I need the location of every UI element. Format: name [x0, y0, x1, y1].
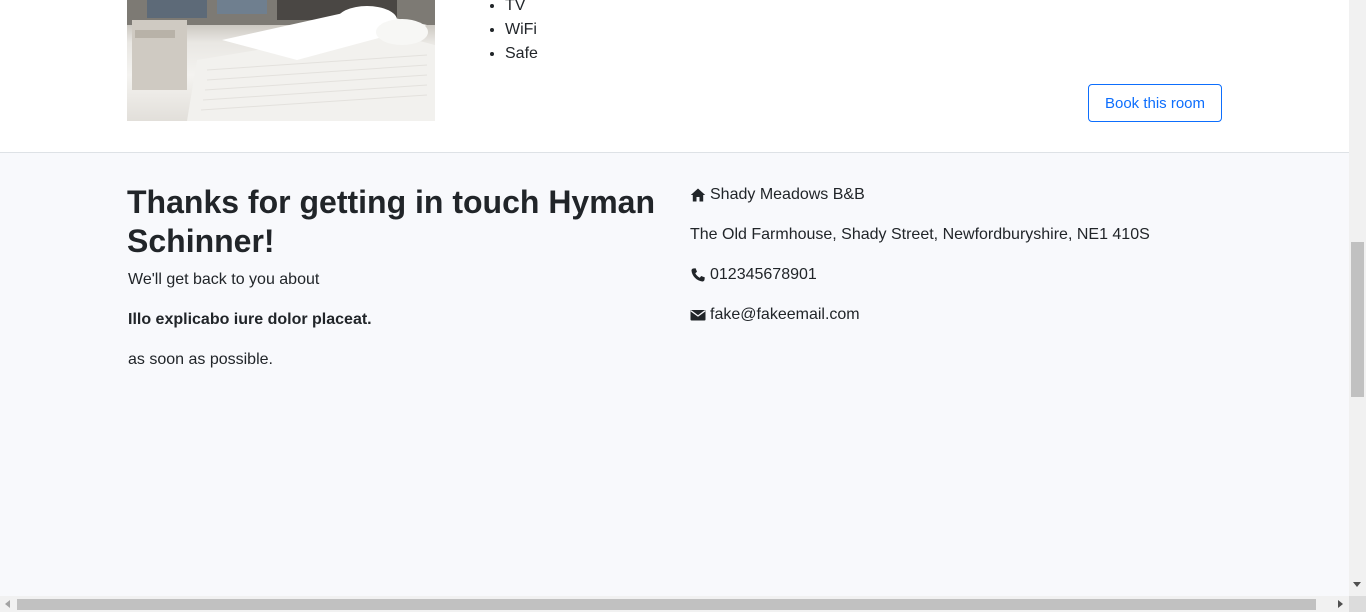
scrollbar-corner [1349, 596, 1366, 612]
horizontal-scrollbar-thumb[interactable] [17, 599, 1316, 610]
business-name-text: Shady Meadows B&B [710, 186, 865, 203]
business-name: Shady Meadows B&B [690, 185, 865, 205]
envelope-icon [690, 307, 706, 323]
message-subject: Illo explicabo iure dolor placeat. [128, 311, 372, 328]
scroll-right-arrow-icon[interactable] [1338, 600, 1343, 608]
confirmation-closing: as soon as possible. [128, 351, 273, 368]
room-photo-illustration [127, 0, 435, 121]
room-section: TV WiFi Safe Book this room [0, 0, 1349, 153]
feature-item: TV [505, 0, 538, 18]
feature-item: Safe [505, 42, 538, 66]
business-email: fake@fakeemail.com [690, 305, 860, 325]
phone-icon [690, 267, 706, 283]
home-icon [690, 187, 706, 203]
business-email-text: fake@fakeemail.com [710, 306, 860, 323]
book-room-button[interactable]: Book this room [1088, 84, 1222, 122]
feature-item: WiFi [505, 18, 538, 42]
business-address: The Old Farmhouse, Shady Street, Newford… [690, 226, 1150, 243]
scroll-left-arrow-icon[interactable] [5, 600, 10, 608]
confirmation-text: We'll get back to you about [128, 271, 320, 288]
room-features-list: TV WiFi Safe [487, 0, 538, 66]
page: TV WiFi Safe Book this room Thanks for g… [0, 0, 1349, 596]
contact-section: Thanks for getting in touch Hyman Schinn… [0, 153, 1349, 596]
business-phone-text: 012345678901 [710, 266, 817, 283]
scroll-down-arrow-icon[interactable] [1353, 582, 1361, 587]
thanks-heading: Thanks for getting in touch Hyman Schinn… [127, 184, 656, 259]
room-photo [127, 0, 435, 121]
vertical-scrollbar-thumb[interactable] [1351, 242, 1364, 397]
business-phone: 012345678901 [690, 265, 817, 285]
